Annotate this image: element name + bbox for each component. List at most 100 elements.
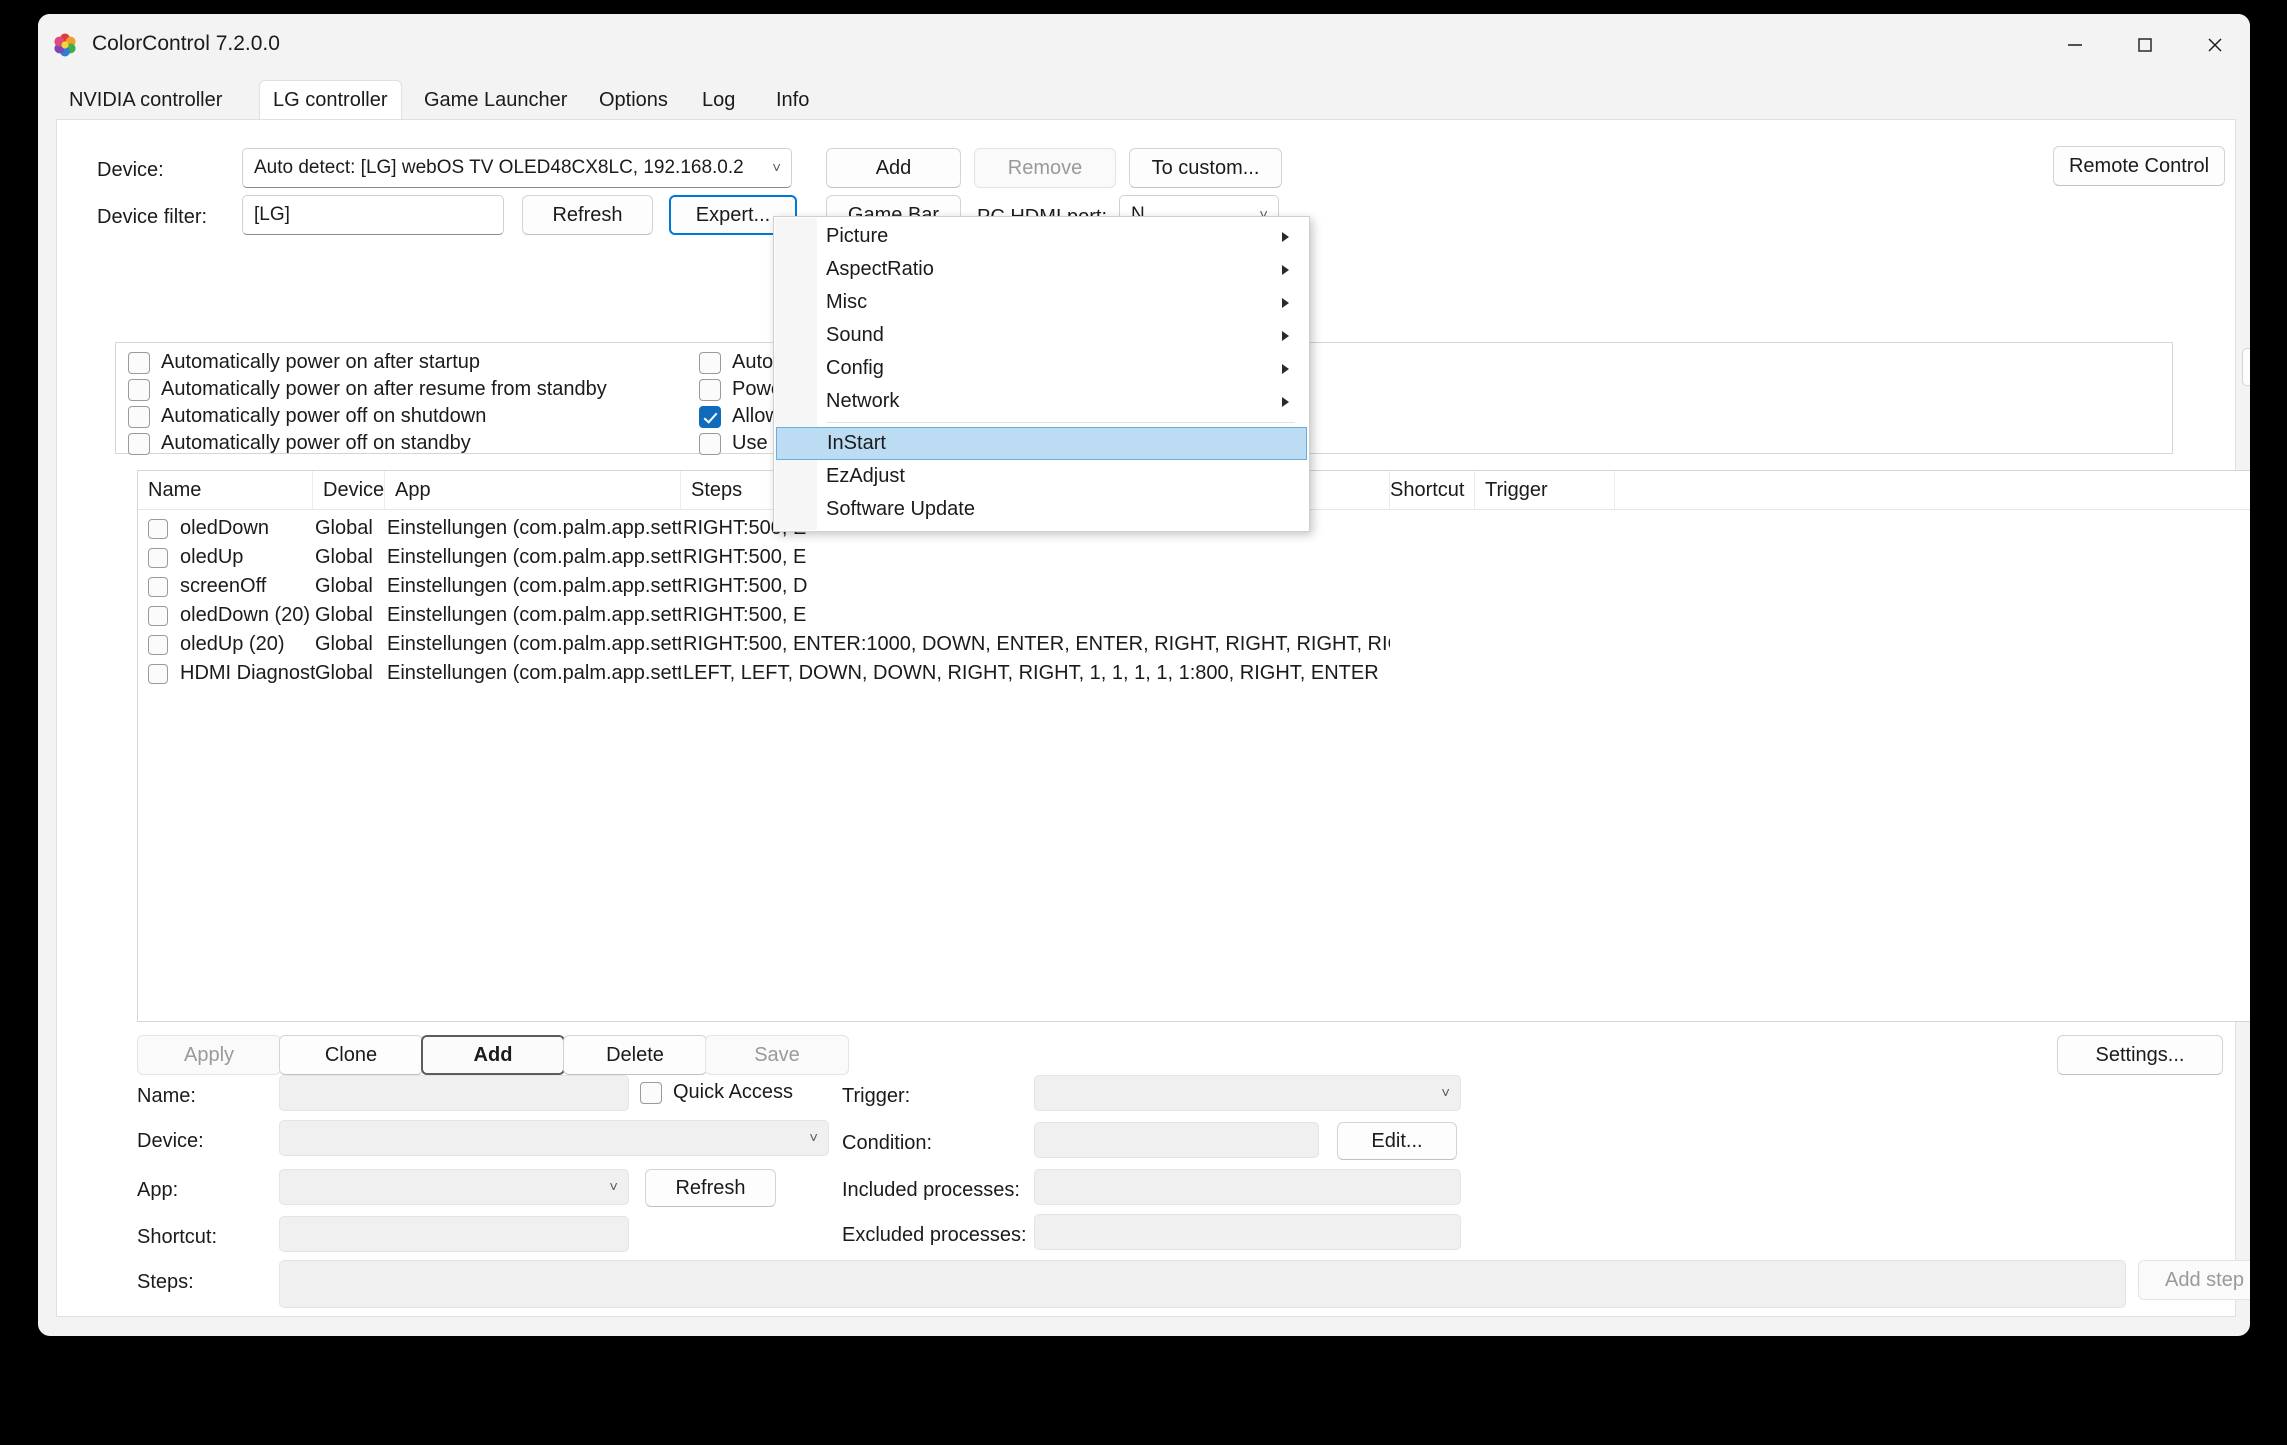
quick-access-checkbox[interactable]: Quick Access [640, 1081, 793, 1104]
cell-device: Global [315, 546, 373, 568]
condition-edit-button[interactable]: Edit... [1337, 1122, 1457, 1160]
cell-device: Global [315, 575, 373, 597]
add-step-label: Add step [2165, 1268, 2244, 1291]
expert-context-menu[interactable]: Picture AspectRatio Misc Sound Config Ne… [773, 216, 1310, 532]
menu-item-software-update[interactable]: Software Update [774, 493, 1309, 526]
menu-item-label: Network [826, 390, 900, 412]
menu-item-label: EzAdjust [826, 465, 905, 487]
maximize-button[interactable] [2110, 14, 2180, 76]
device-filter-value: [LG] [254, 204, 290, 225]
menu-item-instart[interactable]: InStart [776, 427, 1307, 460]
device-combobox[interactable]: Auto detect: [LG] webOS TV OLED48CX8LC, … [242, 148, 792, 188]
menu-item-network[interactable]: Network [774, 385, 1309, 418]
form-shortcut-label: Shortcut: [137, 1226, 218, 1248]
checkbox-auto-power-on-resume[interactable]: Automatically power on after resume from… [128, 378, 607, 401]
checkbox-auto-power-off-standby[interactable]: Automatically power off on standby [128, 432, 471, 455]
window-title: ColorControl 7.2.0.0 [92, 32, 280, 55]
close-button[interactable] [2180, 14, 2250, 76]
tab-info[interactable]: Info [763, 80, 822, 120]
menu-item-ezadjust[interactable]: EzAdjust [774, 460, 1309, 493]
table-row[interactable]: HDMI Diagnostic Global Einstellungen (co… [138, 659, 2250, 688]
cell-steps: LEFT, LEFT, DOWN, DOWN, RIGHT, RIGHT, 1,… [683, 662, 1379, 684]
column-header-trigger[interactable]: Trigger [1475, 471, 1615, 509]
filter-refresh-button[interactable]: Refresh [522, 195, 653, 235]
device-filter-input[interactable]: [LG] [242, 195, 504, 235]
cell-app: Einstellungen (com.palm.app.settin… [387, 575, 681, 597]
form-excluded-processes-input[interactable] [1034, 1214, 1461, 1250]
cell-device: Global [315, 633, 373, 655]
cell-app: Einstellungen (com.palm.app.settin… [387, 517, 681, 539]
menu-item-aspectratio[interactable]: AspectRatio [774, 253, 1309, 286]
remote-control-button[interactable]: Remote Control [2053, 146, 2225, 186]
column-header-shortcut[interactable]: Shortcut [1390, 471, 1475, 509]
checkbox-box [128, 405, 150, 428]
device-to-custom-button[interactable]: To custom... [1129, 148, 1282, 188]
tab-strip: NVIDIA controller LG controller Game Lau… [56, 80, 2236, 120]
minimize-button[interactable] [2040, 14, 2110, 76]
app-refresh-button[interactable]: Refresh [645, 1169, 776, 1207]
table-row[interactable]: oledUp Global Einstellungen (com.palm.ap… [138, 543, 2250, 572]
form-app-combobox[interactable]: ˅ [279, 1169, 629, 1205]
form-trigger-label: Trigger: [842, 1085, 911, 1107]
submenu-arrow-icon [1282, 363, 1289, 374]
form-name-input[interactable] [279, 1075, 629, 1111]
form-device-label: Device: [137, 1130, 204, 1152]
apply-label: Apply [183, 1043, 235, 1066]
add-button[interactable]: Add [421, 1035, 565, 1075]
device-add-button[interactable]: Add [826, 148, 961, 188]
checkbox-auto-power-off-shutdown[interactable]: Automatically power off on shutdown [128, 405, 486, 428]
column-header-app[interactable]: App [385, 471, 681, 509]
checkbox-box [148, 634, 168, 655]
tab-label: Options [599, 88, 668, 111]
table-row[interactable]: oledDown (20) Global Einstellungen (com.… [138, 601, 2250, 630]
help-button[interactable]: ? [2242, 348, 2250, 386]
row-checkbox[interactable] [148, 543, 170, 572]
table-row[interactable]: oledUp (20) Global Einstellungen (com.pa… [138, 630, 2250, 659]
menu-item-misc[interactable]: Misc [774, 286, 1309, 319]
row-checkbox[interactable] [148, 514, 170, 543]
form-device-combobox[interactable]: ˅ [279, 1120, 829, 1156]
row-checkbox[interactable] [148, 601, 170, 630]
settings-button[interactable]: Settings... [2057, 1035, 2223, 1075]
tab-label: Log [702, 88, 736, 111]
clone-button[interactable]: Clone [279, 1035, 423, 1075]
tab-nvidia-controller[interactable]: NVIDIA controller [56, 80, 235, 120]
add-label: Add [473, 1043, 513, 1066]
column-header-device[interactable]: Device [313, 471, 385, 509]
form-condition-input[interactable] [1034, 1122, 1319, 1158]
tab-log[interactable]: Log [689, 80, 748, 120]
cell-device: Global [315, 662, 373, 684]
row-checkbox[interactable] [148, 572, 170, 601]
submenu-arrow-icon [1282, 264, 1289, 275]
menu-item-config[interactable]: Config [774, 352, 1309, 385]
column-header-name[interactable]: Name [138, 471, 313, 509]
tab-game-launcher[interactable]: Game Launcher [411, 80, 580, 120]
app-logo-icon [52, 32, 78, 58]
tab-options[interactable]: Options [586, 80, 681, 120]
checkbox-box [699, 351, 721, 374]
delete-button[interactable]: Delete [563, 1035, 707, 1075]
form-included-processes-input[interactable] [1034, 1169, 1461, 1205]
form-shortcut-input[interactable] [279, 1216, 629, 1252]
settings-label: Settings... [2095, 1043, 2185, 1066]
device-label: Device: [97, 159, 164, 181]
menu-item-label: InStart [827, 432, 886, 454]
tab-lg-controller[interactable]: LG controller [259, 80, 402, 120]
row-checkbox[interactable] [148, 630, 170, 659]
cell-app: Einstellungen (com.palm.app.settin… [387, 546, 681, 568]
chevron-down-icon: ˅ [609, 1178, 618, 1196]
menu-item-picture[interactable]: Picture [774, 220, 1309, 253]
device-add-label: Add [875, 156, 912, 179]
tab-label: Info [776, 88, 810, 111]
checkbox-auto-power-on-startup[interactable]: Automatically power on after startup [128, 351, 480, 374]
table-row[interactable]: screenOff Global Einstellungen (com.palm… [138, 572, 2250, 601]
checkbox-label: Automatically power on after startup [161, 351, 481, 373]
row-checkbox[interactable] [148, 659, 170, 688]
form-trigger-combobox[interactable]: ˅ [1034, 1075, 1461, 1111]
submenu-arrow-icon [1282, 297, 1289, 308]
condition-edit-label: Edit... [1371, 1129, 1423, 1152]
menu-item-sound[interactable]: Sound [774, 319, 1309, 352]
form-steps-input[interactable] [279, 1260, 2126, 1308]
add-step-button: Add step [2138, 1260, 2250, 1300]
preset-listview[interactable]: Name Device App Steps Shortcut Trigger o… [137, 470, 2250, 1022]
